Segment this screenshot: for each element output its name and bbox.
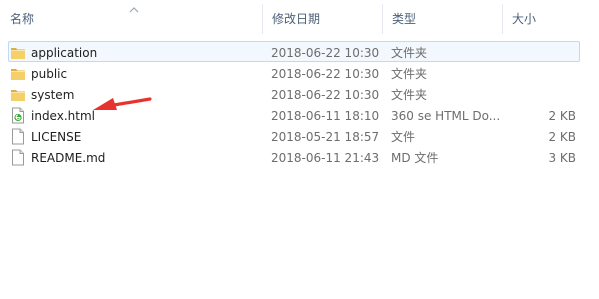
file-size: 3 KB xyxy=(548,150,576,165)
file-icon xyxy=(12,128,24,145)
file-size xyxy=(510,42,576,63)
file-date: 2018-06-22 10:30 xyxy=(271,45,380,60)
sort-ascending-icon xyxy=(129,7,139,13)
file-date: 2018-06-11 18:10 xyxy=(271,108,380,123)
file-size: 2 KB xyxy=(548,129,576,144)
file-name: system xyxy=(31,87,75,102)
file-date: 2018-06-22 10:30 xyxy=(271,87,380,102)
column-header-date[interactable]: 修改日期 xyxy=(262,0,382,36)
file-icon xyxy=(12,149,24,166)
folder-icon xyxy=(11,69,25,80)
file-type: MD 文件 xyxy=(391,151,439,165)
file-row-readme[interactable]: README.md 2018-06-11 21:43 MD 文件 3 KB xyxy=(0,147,599,168)
file-type: 文件夹 xyxy=(391,88,428,102)
file-name: public xyxy=(31,66,68,81)
file-name: application xyxy=(31,45,98,60)
file-type: 文件夹 xyxy=(391,67,428,81)
file-size: 2 KB xyxy=(548,108,576,123)
file-type: 文件 xyxy=(391,130,416,144)
folder-icon xyxy=(11,48,25,59)
file-type: 文件夹 xyxy=(391,46,428,60)
file-date: 2018-05-21 18:57 xyxy=(271,129,380,144)
file-size xyxy=(510,84,576,105)
file-name: index.html xyxy=(31,108,95,123)
column-header: 名称 修改日期 类型 大小 xyxy=(0,0,599,36)
file-date: 2018-06-22 10:30 xyxy=(271,66,380,81)
file-row-system[interactable]: system 2018-06-22 10:30 文件夹 xyxy=(0,84,599,105)
file-size xyxy=(510,63,576,84)
column-header-name[interactable]: 名称 xyxy=(0,0,262,36)
file-row-public[interactable]: public 2018-06-22 10:30 文件夹 xyxy=(0,63,599,84)
column-header-size[interactable]: 大小 xyxy=(502,0,599,36)
file-name: LICENSE xyxy=(31,129,82,144)
file-row-index-html[interactable]: index.html 2018-06-11 18:10 360 se HTML … xyxy=(0,105,599,126)
file-row-license[interactable]: LICENSE 2018-05-21 18:57 文件 2 KB xyxy=(0,126,599,147)
file-name: README.md xyxy=(31,150,106,165)
folder-icon xyxy=(11,90,25,101)
file-row-application[interactable]: application 2018-06-22 10:30 文件夹 xyxy=(8,41,580,62)
column-header-type[interactable]: 类型 xyxy=(382,0,502,36)
html-file-icon xyxy=(12,107,24,124)
file-date: 2018-06-11 21:43 xyxy=(271,150,380,165)
file-type: 360 se HTML Do... xyxy=(391,108,501,123)
